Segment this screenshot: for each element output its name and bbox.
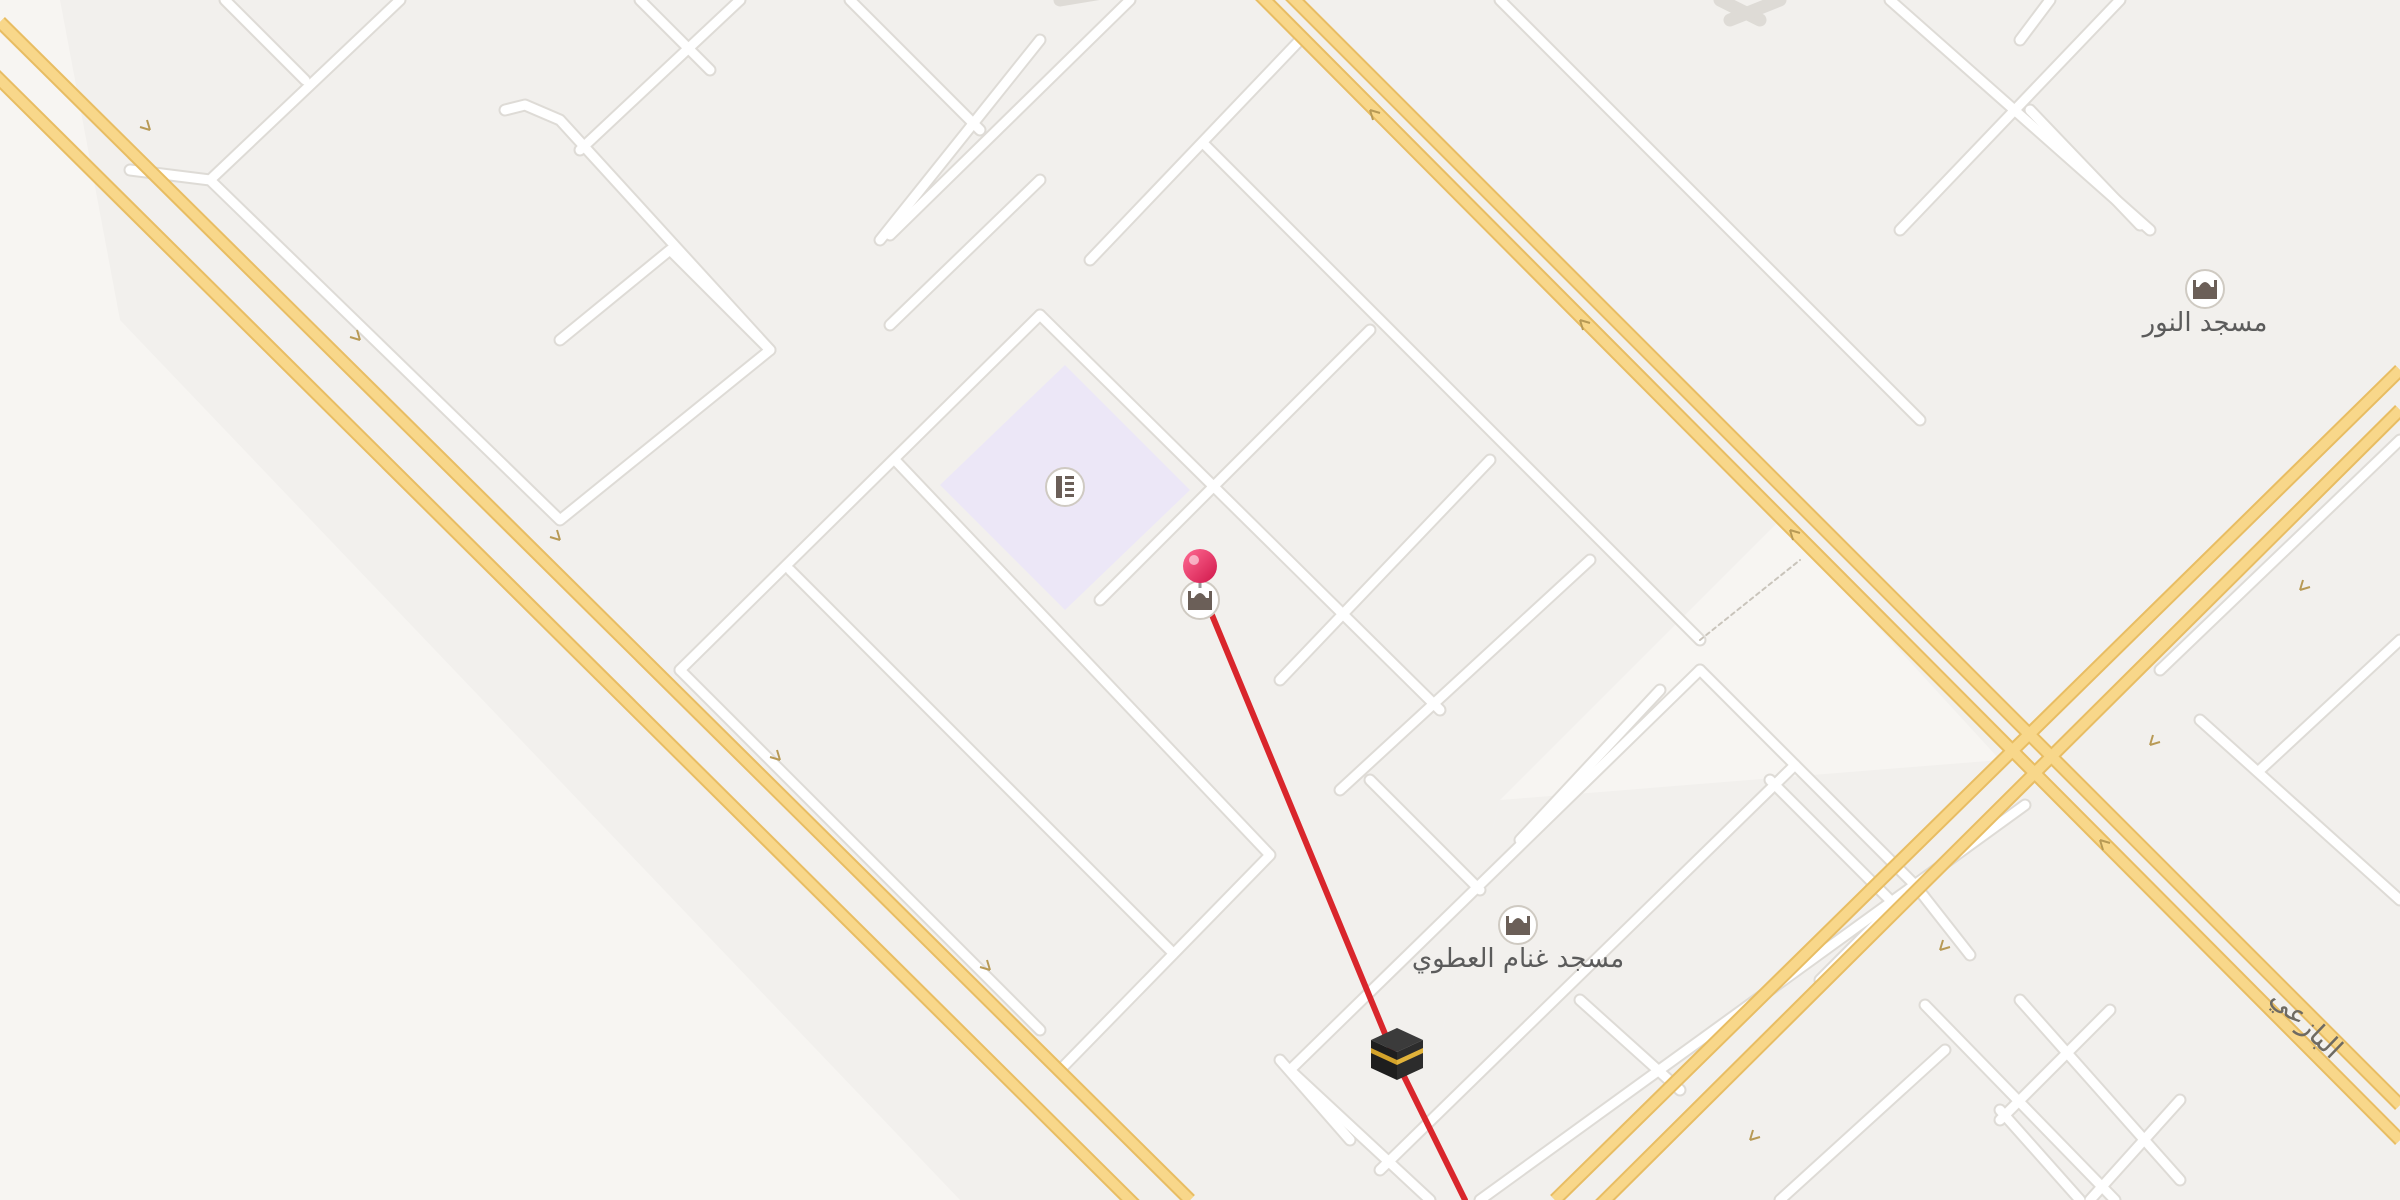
place-label: مسجد النور	[2141, 308, 2268, 338]
map-canvas[interactable]: البازعي مسجد غنام العطوي مسجد النور	[0, 0, 2400, 1200]
school-poi[interactable]	[1045, 467, 1085, 507]
location-pin-icon	[1183, 549, 1217, 583]
place-label: مسجد غنام العطوي	[1412, 944, 1624, 974]
